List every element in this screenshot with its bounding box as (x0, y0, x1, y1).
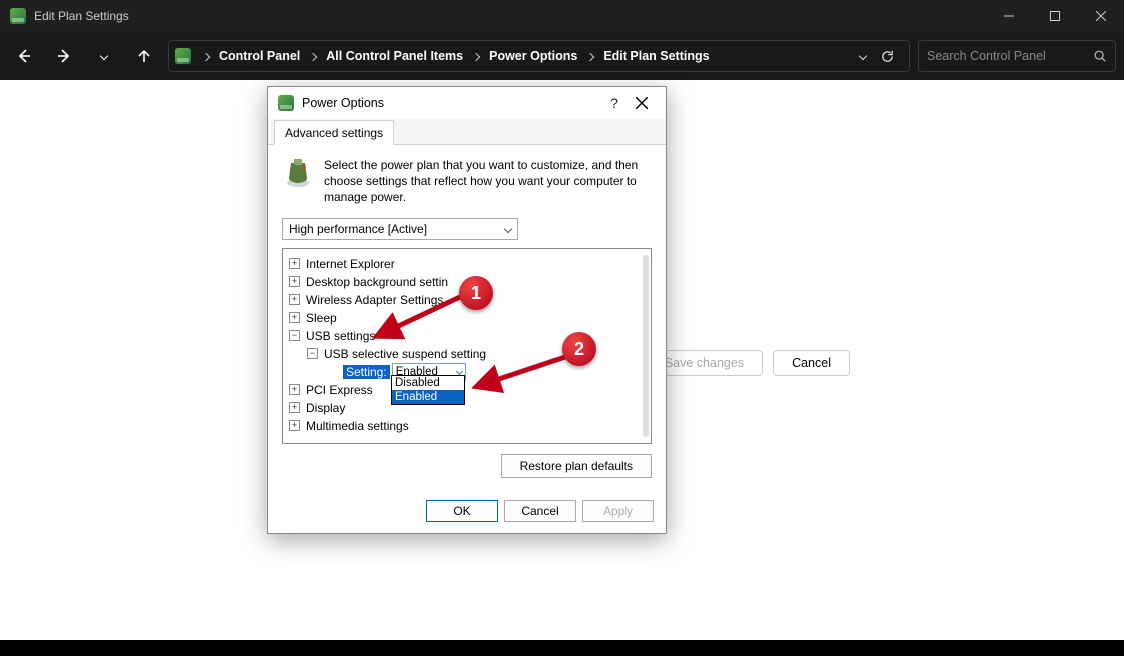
setting-dropdown-list: Disabled Enabled (391, 375, 465, 405)
tree-item[interactable]: Multimedia settings (306, 419, 409, 433)
search-input[interactable]: Search Control Panel (918, 40, 1116, 72)
apply-button[interactable]: Apply (582, 500, 654, 522)
dialog-close-button[interactable] (628, 89, 656, 117)
expand-icon[interactable]: + (289, 384, 300, 395)
tree-item[interactable]: Internet Explorer (306, 257, 395, 271)
titlebar: Edit Plan Settings (0, 0, 1124, 32)
breadcrumb-item[interactable]: Control Panel (215, 49, 304, 63)
tree-item[interactable]: Display (306, 401, 345, 415)
dropdown-option-disabled[interactable]: Disabled (392, 376, 464, 390)
annotation-badge-2: 2 (562, 332, 596, 366)
scrollbar[interactable] (643, 255, 649, 437)
collapse-icon[interactable]: − (289, 330, 300, 341)
ok-button[interactable]: OK (426, 500, 498, 522)
tree-item-usb-selective-suspend[interactable]: USB selective suspend setting (324, 347, 486, 361)
tabstrip: Advanced settings (268, 119, 666, 145)
tree-item[interactable]: PCI Express (306, 383, 373, 397)
forward-button[interactable] (48, 40, 80, 72)
annotation-badge-1: 1 (459, 276, 493, 310)
chevron-down-icon (504, 224, 512, 232)
tab-advanced-settings[interactable]: Advanced settings (274, 120, 394, 145)
breadcrumb-item[interactable]: Edit Plan Settings (599, 49, 713, 63)
dialog-footer: OK Cancel Apply (268, 489, 666, 533)
search-icon (1093, 49, 1107, 63)
breadcrumb-icon (175, 48, 191, 64)
restore-defaults-button[interactable]: Restore plan defaults (501, 454, 652, 478)
explorer-window: Edit Plan Settings Control Panel All Con… (0, 0, 1124, 640)
recent-locations-button[interactable] (88, 40, 120, 72)
expand-icon[interactable]: + (289, 294, 300, 305)
dialog-title: Power Options (302, 96, 384, 110)
breadcrumb-item[interactable]: All Control Panel Items (322, 49, 467, 63)
intro-text: Select the power plan that you want to c… (324, 157, 652, 206)
minimize-button[interactable] (986, 0, 1032, 32)
help-button[interactable]: ? (600, 89, 628, 117)
back-button[interactable] (8, 40, 40, 72)
tree-item[interactable]: Desktop background settin (306, 275, 448, 289)
maximize-button[interactable] (1032, 0, 1078, 32)
close-button[interactable] (1078, 0, 1124, 32)
navbar: Control Panel All Control Panel Items Po… (0, 32, 1124, 80)
power-options-icon (10, 8, 26, 24)
search-placeholder: Search Control Panel (927, 49, 1046, 63)
setting-label: Setting: (343, 365, 390, 379)
expand-icon[interactable]: + (289, 402, 300, 413)
up-button[interactable] (128, 40, 160, 72)
expand-icon[interactable]: + (289, 276, 300, 287)
expand-icon[interactable]: + (289, 258, 300, 269)
breadcrumb-dropdown-icon[interactable] (859, 52, 867, 60)
expand-icon[interactable]: + (289, 420, 300, 431)
dropdown-option-enabled[interactable]: Enabled (392, 390, 464, 404)
dialog-cancel-button[interactable]: Cancel (504, 500, 576, 522)
annotation-arrow-2 (480, 352, 576, 392)
window-title: Edit Plan Settings (34, 9, 129, 23)
dialog-icon (278, 95, 294, 111)
tree-item-usb-settings[interactable]: USB settings (306, 329, 375, 343)
content-area: Save changes Cancel Power Options ? Adva… (0, 80, 1124, 640)
expand-icon[interactable]: + (289, 312, 300, 323)
cancel-button[interactable]: Cancel (773, 350, 850, 376)
dialog-titlebar: Power Options ? (268, 87, 666, 119)
breadcrumb-item[interactable]: Power Options (485, 49, 581, 63)
tree-item[interactable]: Sleep (306, 311, 337, 325)
breadcrumb[interactable]: Control Panel All Control Panel Items Po… (168, 40, 910, 72)
intro-icon (282, 157, 314, 189)
plan-select[interactable]: High performance [Active] (282, 218, 518, 240)
plan-select-value: High performance [Active] (289, 222, 427, 236)
annotation-arrow-1 (380, 290, 470, 340)
settings-tree: + Internet Explorer + Desktop background s… (282, 248, 652, 444)
collapse-icon[interactable]: − (307, 348, 318, 359)
refresh-icon[interactable] (880, 49, 895, 64)
